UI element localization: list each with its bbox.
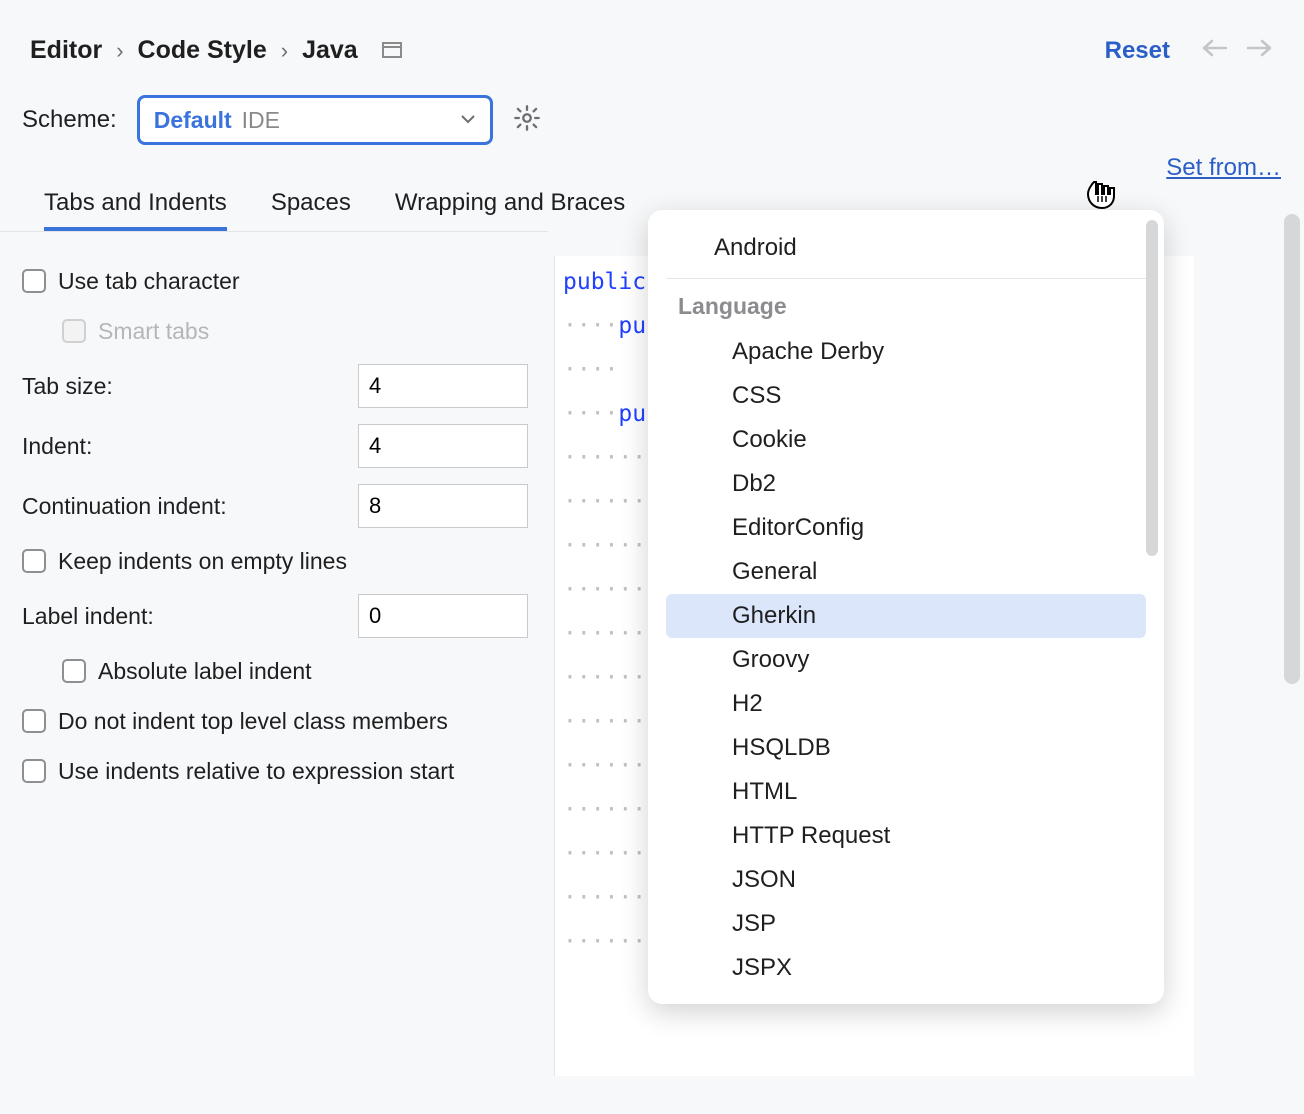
dropdown-item-jsp[interactable]: JSP — [666, 902, 1146, 946]
scheme-scope: IDE — [242, 107, 280, 134]
relative-expression-start-label: Use indents relative to expression start — [58, 758, 454, 785]
dropdown-item-db2[interactable]: Db2 — [666, 462, 1146, 506]
code-keyword: public — [563, 269, 646, 295]
dropdown-item-hsqldb[interactable]: HSQLDB — [666, 726, 1146, 770]
forward-arrow-icon — [1246, 38, 1274, 63]
no-indent-top-level-checkbox[interactable] — [22, 709, 46, 733]
dropdown-scrollbar[interactable] — [1146, 220, 1158, 556]
dropdown-item-http-request[interactable]: HTTP Request — [666, 814, 1146, 858]
continuation-indent-label: Continuation indent: — [22, 493, 227, 520]
dropdown-item-general[interactable]: General — [666, 550, 1146, 594]
dropdown-item-html[interactable]: HTML — [666, 770, 1146, 814]
back-arrow-icon — [1200, 38, 1228, 63]
chevron-down-icon — [460, 111, 476, 129]
indent-input[interactable] — [358, 424, 528, 468]
indent-label: Indent: — [22, 433, 92, 460]
smart-tabs-label: Smart tabs — [98, 318, 209, 345]
tab-wrapping-and-braces[interactable]: Wrapping and Braces — [395, 189, 625, 231]
relative-expression-start-checkbox[interactable] — [22, 759, 46, 783]
use-tab-character-label: Use tab character — [58, 268, 240, 295]
scheme-name: Default — [154, 107, 232, 134]
label-indent-label: Label indent: — [22, 603, 154, 630]
tab-tabs-and-indents[interactable]: Tabs and Indents — [44, 189, 227, 231]
label-indent-input[interactable] — [358, 594, 528, 638]
window-icon[interactable] — [382, 42, 402, 60]
absolute-label-indent-label: Absolute label indent — [98, 658, 312, 685]
use-tab-character-checkbox[interactable] — [22, 269, 46, 293]
keep-indents-empty-checkbox[interactable] — [22, 549, 46, 573]
reset-button[interactable]: Reset — [1105, 37, 1170, 65]
breadcrumb-code-style[interactable]: Code Style — [138, 36, 267, 65]
dropdown-item-jspx[interactable]: JSPX — [666, 946, 1146, 990]
chevron-right-icon: › — [116, 38, 123, 64]
dropdown-item-groovy[interactable]: Groovy — [666, 638, 1146, 682]
chevron-right-icon: › — [281, 38, 288, 64]
dropdown-item-h2[interactable]: H2 — [666, 682, 1146, 726]
tab-spaces[interactable]: Spaces — [271, 189, 351, 231]
dropdown-item-json[interactable]: JSON — [666, 858, 1146, 902]
gear-icon[interactable] — [513, 104, 541, 137]
set-from-link[interactable]: Set from… — [1166, 154, 1281, 182]
tab-size-input[interactable] — [358, 364, 528, 408]
set-from-dropdown: Android Language Apache Derby CSS Cookie… — [648, 210, 1164, 1004]
smart-tabs-checkbox — [62, 319, 86, 343]
dropdown-item-editorconfig[interactable]: EditorConfig — [666, 506, 1146, 550]
breadcrumb-java[interactable]: Java — [302, 36, 358, 65]
breadcrumb-editor[interactable]: Editor — [30, 36, 102, 65]
breadcrumb: Editor › Code Style › Java — [30, 36, 402, 65]
dropdown-item-apache-derby[interactable]: Apache Derby — [666, 330, 1146, 374]
tab-size-label: Tab size: — [22, 373, 113, 400]
dropdown-item-cookie[interactable]: Cookie — [666, 418, 1146, 462]
dropdown-item-android[interactable]: Android — [666, 224, 1146, 279]
continuation-indent-input[interactable] — [358, 484, 528, 528]
dropdown-item-gherkin[interactable]: Gherkin — [666, 594, 1146, 638]
scheme-select[interactable]: Default IDE — [137, 95, 493, 145]
scheme-label: Scheme: — [22, 106, 117, 134]
absolute-label-indent-checkbox[interactable] — [62, 659, 86, 683]
keep-indents-empty-label: Keep indents on empty lines — [58, 548, 347, 575]
page-scrollbar[interactable] — [1284, 214, 1300, 684]
dropdown-heading-language: Language — [648, 287, 1164, 330]
no-indent-top-level-label: Do not indent top level class members — [58, 708, 448, 735]
dropdown-item-css[interactable]: CSS — [666, 374, 1146, 418]
